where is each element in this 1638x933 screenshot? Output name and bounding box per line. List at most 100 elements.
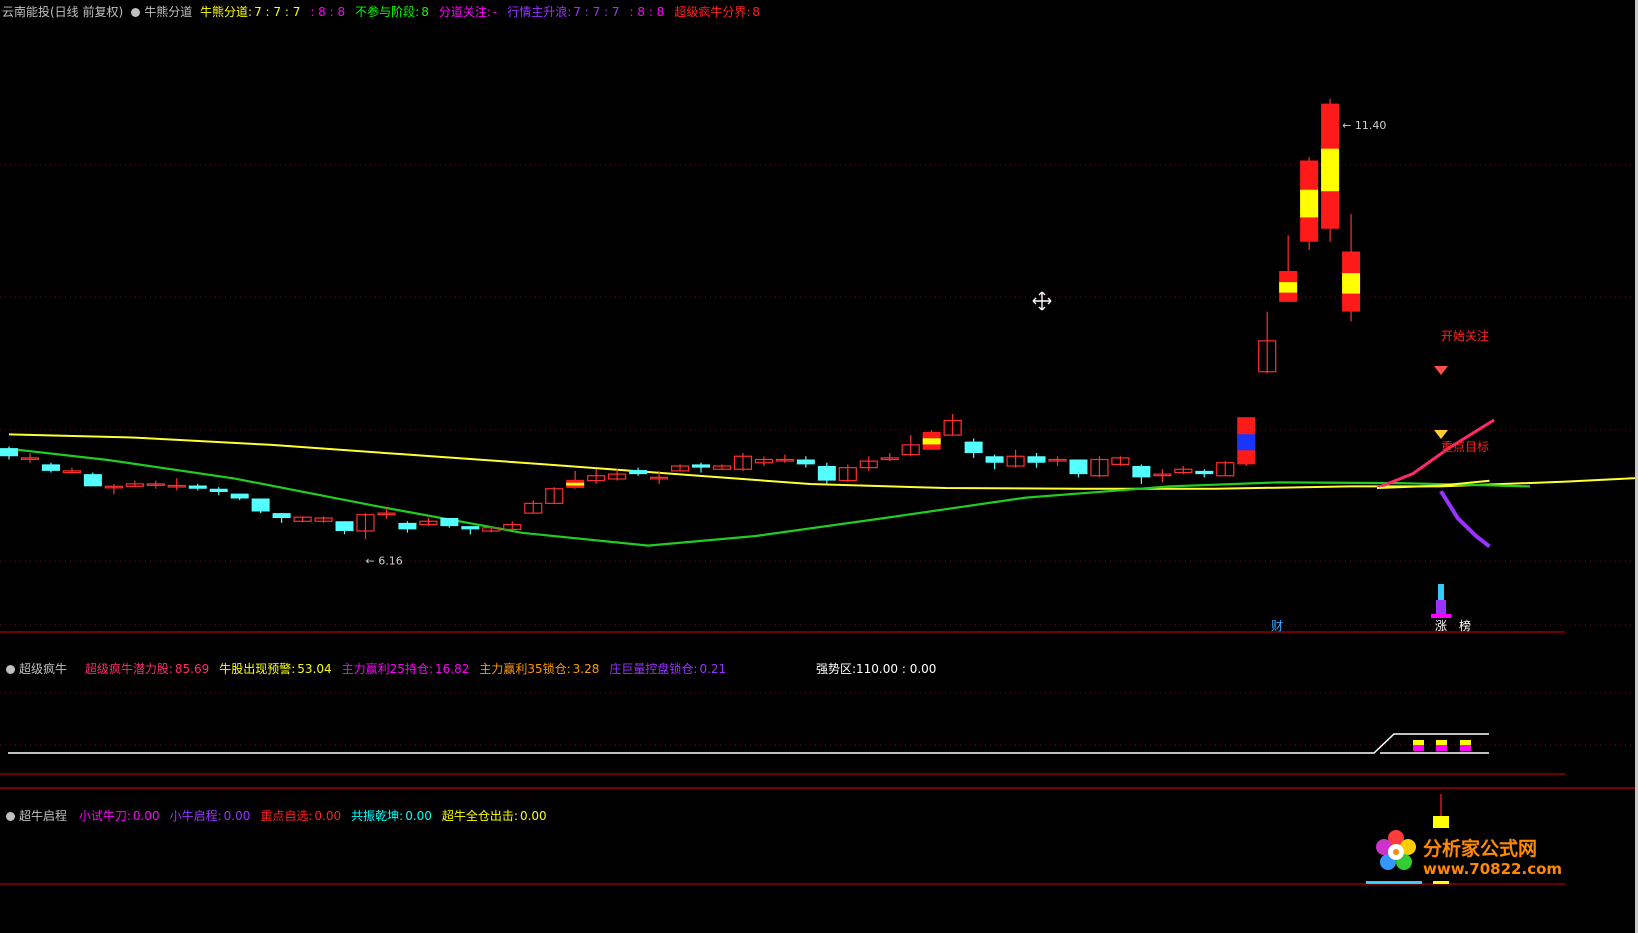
main-header-item-value-1: 8 (421, 5, 429, 19)
settings-circle-icon[interactable] (131, 8, 141, 17)
sub2-indicator-name[interactable]: 超牛启程 (19, 809, 67, 823)
main-header-item-label-2: 分道关注: (438, 5, 491, 19)
sub1-header-item-value-1: 53.04 (297, 662, 332, 676)
main-header-item-extra-0: : 8 : 8 (310, 5, 346, 19)
main-header-item-extra-3: : 8 : 8 (629, 5, 665, 19)
candle-body-30 (629, 470, 648, 475)
sub1-baseline-line (8, 733, 1489, 754)
sub2-header-item-value-1: 0.00 (223, 809, 251, 823)
sub1-header: 超级疯牛 超级疯牛潜力股: 85.69 牛股出现预警: 53.04 主力赢利25持仓: 1… (2, 661, 940, 677)
candle-body-19 (398, 522, 417, 530)
zhang-label: 涨 (1435, 618, 1447, 633)
sub2-header-item-label-1: 小牛启程: (169, 809, 222, 823)
sub2-header-item-value-4: 0.00 (519, 809, 547, 823)
sub1-header-item-label-3: 主力赢利35锁仓: (479, 662, 571, 676)
candle-body-0 (0, 448, 18, 457)
candle-band-27 (566, 482, 585, 486)
sub2-header: 超牛启程 小试牛刀: 0.00 小牛启程: 0.00 重点自选: 0.00 共振乾坤: 0.0… (2, 808, 561, 824)
candle-body-11 (230, 493, 249, 499)
brand-name: 分析家公式网 (1423, 838, 1538, 860)
diamond-icon (1434, 366, 1448, 375)
main-header-items: 牛熊分道: 7 : 7 : 7: 8 : 8 不参与阶段: 8 分道关注: - 行情主升浪:… (200, 5, 770, 19)
strong-zone-label: 强势区: (815, 662, 857, 676)
main-header-item-value-2: - (492, 5, 498, 19)
sub1-signal-bar-2 (1460, 745, 1471, 751)
settings-circle-icon[interactable] (6, 812, 15, 821)
sub1-header-item-label-4: 庄巨量控盘锁仓: (609, 662, 698, 676)
candle-body-54 (1132, 466, 1151, 478)
diamond-icon (1434, 430, 1448, 439)
sub1-signal-bar-1 (1436, 740, 1447, 745)
candle-band-62 (1300, 189, 1319, 218)
key-target-label: 重点目标 (1441, 440, 1489, 454)
volume-signal-bar (1436, 600, 1446, 616)
sub2-header-item-value-2: 0.00 (314, 809, 342, 823)
candle-body-47 (985, 456, 1004, 463)
move-cursor-icon (1032, 291, 1052, 311)
strong-zone-value: 110.00 : 0.00 (856, 662, 937, 676)
candle-band-64 (1342, 273, 1361, 294)
sub1-header-item-value-4: 0.21 (699, 662, 727, 676)
sub2-header-item-label-3: 共振乾坤: (351, 809, 404, 823)
sub1-signal-bar-0 (1413, 740, 1424, 745)
start-watch-label: 开始关注 (1441, 328, 1489, 343)
cai-label: 财 (1271, 619, 1283, 633)
volume-signal-bar (1438, 584, 1444, 600)
sub1-signal-bar-2 (1460, 740, 1471, 745)
sub2-header-item-label-0: 小试牛刀: (78, 809, 131, 823)
candle-body-2 (41, 464, 60, 471)
sub1-header-item-label-0: 超级疯牛潜力股: (84, 662, 173, 676)
main-header-item-label-1: 不参与阶段: (355, 5, 420, 19)
sub1-indicator-name[interactable]: 超级疯牛 (19, 662, 67, 676)
candle-band-63 (1321, 148, 1340, 192)
bang-label: 榜 (1459, 618, 1471, 633)
site-logo: 分析家公式网 www.70822.com (1373, 828, 1573, 884)
candle-band-61 (1279, 282, 1298, 293)
sub1-header-item-label-2: 主力赢利25持仓: (341, 662, 433, 676)
main-header-item-label-3: 行情主升浪: (507, 5, 572, 19)
sub1-header-item-value-3: 3.28 (572, 662, 600, 676)
stock-chart[interactable]: ← 11.40 ← 6.16 开始关注重点目标财 涨榜 (0, 0, 1638, 933)
main-header: 云南能投(日线 前复权) 牛熊分道 牛熊分道: 7 : 7 : 7: 8 : 8 不参… (2, 4, 774, 20)
candle-body-9 (188, 485, 207, 489)
stock-name: 云南能投(日线 前复权) (2, 5, 124, 19)
main-header-item-value-3: 7 : 7 : 7 (573, 5, 620, 19)
candle-body-46 (964, 441, 983, 453)
candle-body-10 (209, 488, 228, 492)
projection-down-line (1439, 490, 1491, 548)
candle-band-44 (922, 438, 941, 445)
brand-url: www.70822.com (1423, 860, 1563, 878)
settings-circle-icon[interactable] (6, 665, 15, 674)
main-header-item-label-0: 牛熊分道: (200, 5, 253, 19)
candle-body-38 (796, 459, 815, 465)
candle-band-59 (1237, 434, 1256, 451)
candle-body-49 (1027, 456, 1046, 463)
sub1-header-item-value-0: 85.69 (174, 662, 210, 676)
main-header-item-label-4: 超级疯牛分界: (674, 5, 751, 19)
sub1-signal-bar-0 (1413, 745, 1424, 751)
candle-body-33 (692, 464, 711, 468)
candle-body-16 (335, 521, 354, 531)
sub1-header-item-value-2: 16.82 (434, 662, 470, 676)
sub2-header-items: 小试牛刀: 0.00 小牛启程: 0.00 重点自选: 0.00 共振乾坤: 0.00 超牛全仓… (79, 809, 557, 823)
sub2-signal-bar (1433, 816, 1449, 828)
volume-signal-bar (1431, 614, 1451, 618)
main-header-item-value-0: 7 : 7 : 7 (254, 5, 301, 19)
sub1-signal-bar-1 (1436, 745, 1447, 751)
candle-body-13 (272, 513, 291, 518)
high-price-marker: ← 11.40 (1342, 119, 1386, 132)
sub2-header-item-value-0: 0.00 (132, 809, 160, 823)
main-header-item-value-4: 8 (752, 5, 761, 19)
candle-body-21 (440, 518, 459, 527)
sub1-header-item-label-1: 牛股出现预警: (219, 662, 296, 676)
candle-body-12 (251, 498, 270, 512)
candle-body-39 (817, 466, 836, 481)
sub2-header-item-value-3: 0.00 (405, 809, 432, 823)
sub2-header-item-label-4: 超牛全仓出击: (441, 809, 518, 823)
main-indicator-name[interactable]: 牛熊分道 (144, 5, 192, 19)
candle-body-51 (1069, 459, 1088, 475)
candle-body-57 (1195, 470, 1214, 475)
candle-body-4 (83, 474, 102, 487)
candle-body-22 (461, 526, 480, 530)
sub2-header-item-label-2: 重点自选: (260, 809, 313, 823)
